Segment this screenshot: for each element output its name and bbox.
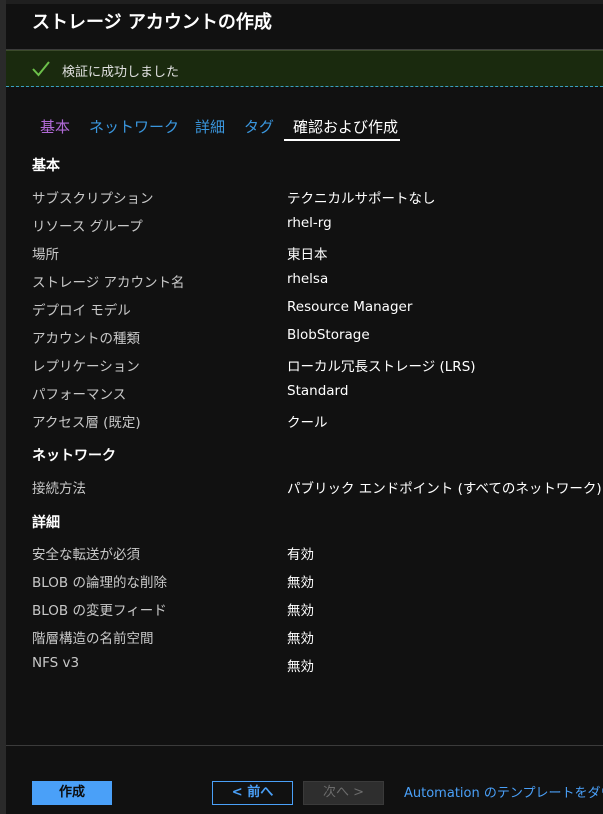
row-label-connectivity: 接続方法: [32, 481, 86, 497]
row-value-nfs-v3: 無効: [287, 659, 314, 675]
row-label-blob-change-feed: BLOB の変更フィード: [32, 603, 167, 619]
row-label-replication: レプリケーション: [32, 359, 140, 375]
row-value-account-name: rhelsa: [287, 271, 329, 287]
row-value-hierarchical-namespace: 無効: [287, 631, 314, 647]
section-heading-advanced: 詳細: [32, 515, 60, 531]
checkmark-icon: [32, 61, 50, 77]
tab-advanced[interactable]: 詳細: [195, 116, 225, 137]
row-label-access-tier: アクセス層 (既定): [32, 415, 141, 431]
row-value-blob-soft-delete: 無効: [287, 575, 314, 591]
row-label-resource-group: リソース グループ: [32, 219, 143, 235]
row-label-hierarchical-namespace: 階層構造の名前空間: [32, 631, 154, 647]
row-value-connectivity: パブリック エンドポイント (すべてのネットワーク): [287, 481, 602, 497]
tab-networking[interactable]: ネットワーク: [89, 116, 179, 137]
row-value-access-tier: クール: [287, 415, 328, 431]
next-button-disabled: 次へ >: [303, 781, 384, 805]
section-heading-network: ネットワーク: [32, 448, 116, 464]
row-value-deployment-model: Resource Manager: [287, 299, 413, 315]
footer-divider: [6, 745, 603, 746]
tab-review-create[interactable]: 確認および作成: [293, 116, 398, 137]
validation-banner: 検証に成功しました: [6, 50, 603, 87]
row-label-account-name: ストレージ アカウント名: [32, 275, 185, 291]
row-label-account-kind: アカウントの種類: [32, 331, 140, 347]
row-value-subscription: テクニカルサポートなし: [287, 191, 436, 207]
row-label-deployment-model: デプロイ モデル: [32, 303, 131, 319]
row-value-secure-transfer: 有効: [287, 547, 314, 563]
active-tab-indicator: [284, 139, 400, 141]
section-heading-basics: 基本: [32, 158, 60, 174]
create-button[interactable]: 作成: [32, 781, 112, 805]
left-edge-strip: [0, 0, 6, 814]
tab-basics[interactable]: 基本: [40, 116, 70, 137]
row-value-replication: ローカル冗長ストレージ (LRS): [287, 359, 476, 375]
page-title: ストレージ アカウントの作成: [32, 12, 272, 33]
row-label-secure-transfer: 安全な転送が必須: [32, 547, 140, 563]
validation-message: 検証に成功しました: [62, 65, 180, 80]
row-value-performance: Standard: [287, 383, 349, 399]
row-label-location: 場所: [32, 247, 59, 263]
automation-template-link[interactable]: Automation のテンプレートをダウ: [404, 782, 603, 801]
row-value-resource-group: rhel-rg: [287, 215, 332, 231]
row-value-location: 東日本: [287, 247, 328, 263]
top-edge: [6, 0, 603, 4]
row-value-blob-change-feed: 無効: [287, 603, 314, 619]
row-label-subscription: サブスクリプション: [32, 191, 154, 207]
row-label-blob-soft-delete: BLOB の論理的な削除: [32, 575, 167, 591]
previous-button[interactable]: < 前へ: [212, 781, 293, 805]
tab-tags[interactable]: タグ: [244, 116, 274, 137]
row-value-account-kind: BlobStorage: [287, 327, 370, 343]
tab-bar: 基本 ネットワーク 詳細 タグ 確認および作成: [32, 112, 602, 142]
row-label-performance: パフォーマンス: [32, 387, 127, 403]
row-label-nfs-v3: NFS v3: [32, 655, 80, 671]
